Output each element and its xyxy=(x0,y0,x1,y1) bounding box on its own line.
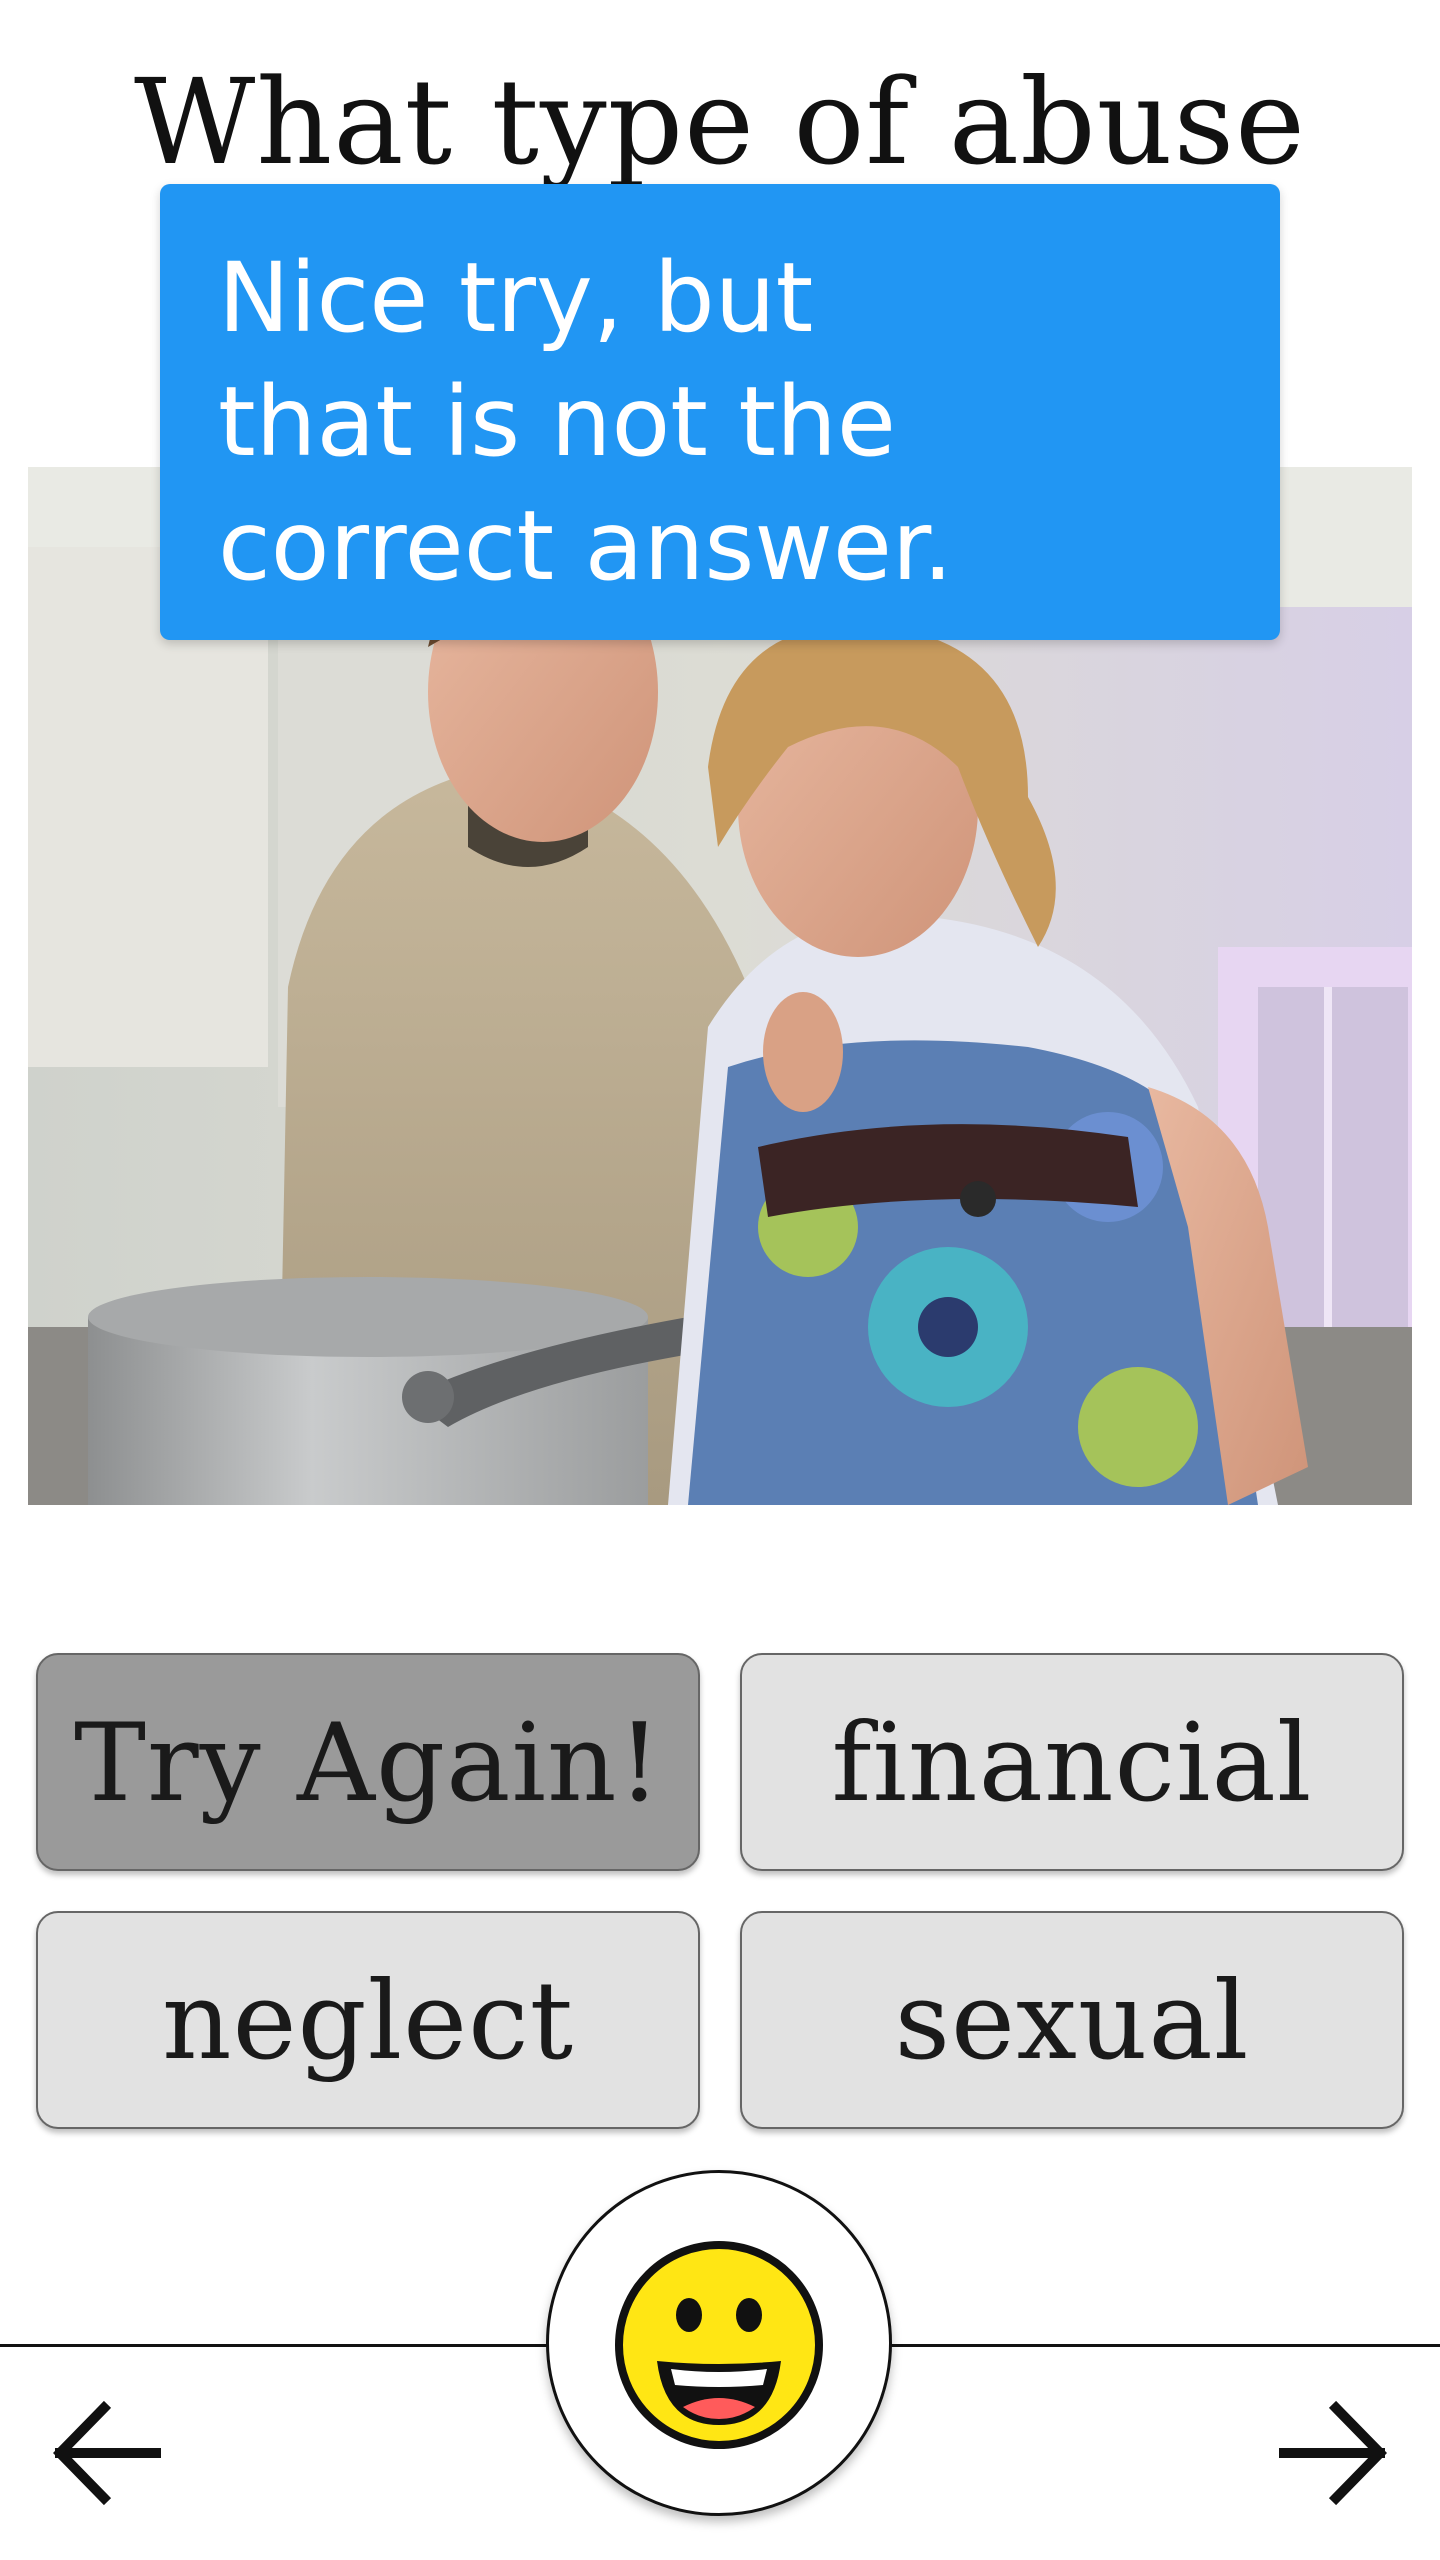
quiz-screen: What type of abuse Nice try, but that is… xyxy=(0,0,1440,2560)
question-title: What type of abuse xyxy=(133,53,1306,191)
feedback-toast: Nice try, but that is not the correct an… xyxy=(160,184,1280,640)
answer-sexual-button[interactable]: sexual xyxy=(740,1911,1404,2129)
answer-neglect-button[interactable]: neglect xyxy=(36,1911,700,2129)
smiley-face-icon xyxy=(615,2241,823,2449)
answer-financial-button[interactable]: financial xyxy=(740,1653,1404,1871)
emoji-feedback-button[interactable] xyxy=(546,2170,892,2516)
arrow-right-icon[interactable] xyxy=(1278,2398,1388,2508)
arrow-left-icon[interactable] xyxy=(52,2398,162,2508)
answer-try-again-button[interactable]: Try Again! xyxy=(36,1653,700,1871)
feedback-message: Nice try, but that is not the correct an… xyxy=(218,242,954,602)
